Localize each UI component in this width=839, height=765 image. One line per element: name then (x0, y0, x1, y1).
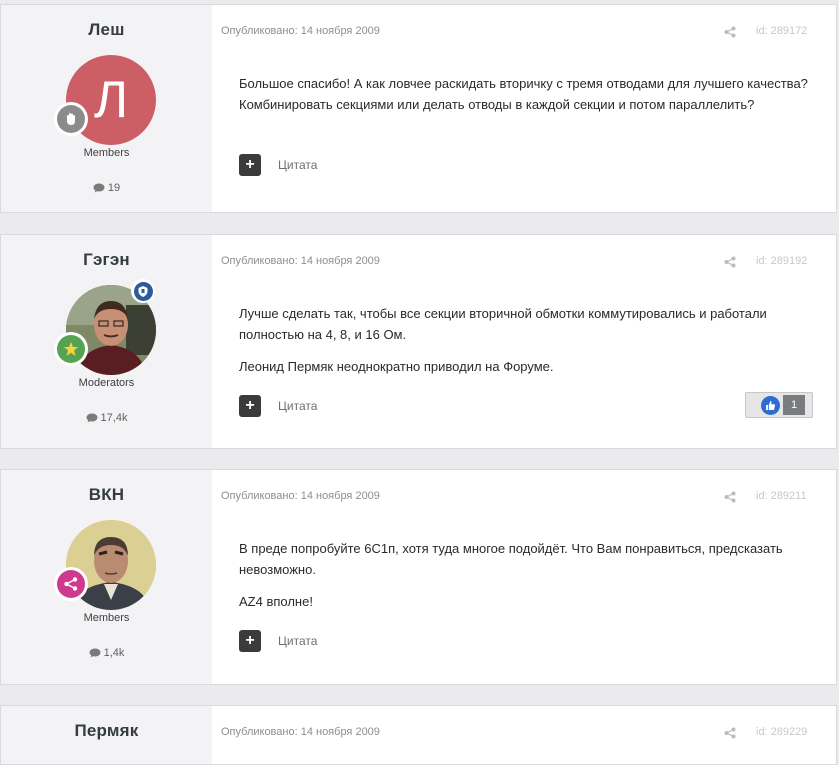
post-date[interactable]: Опубликовано: 14 ноября 2009 (221, 490, 380, 502)
post-count-value: 1,4k (103, 647, 125, 659)
quote-button[interactable]: Цитата (278, 399, 317, 413)
post-id[interactable]: id: 289172 (756, 25, 807, 37)
post-content: Опубликовано: 14 ноября 2009 id: 289211 … (212, 470, 836, 684)
author-name[interactable]: ВКН (1, 485, 212, 505)
post-author-panel: Пермяк (1, 706, 212, 764)
post-paragraph: Лучше сделать так, чтобы все секции втор… (239, 306, 767, 342)
post-count: 17,4k (1, 412, 212, 424)
multiquote-add-button[interactable]: + (239, 630, 261, 652)
share-icon[interactable] (724, 727, 736, 739)
user-group: Members (83, 147, 130, 159)
forum-post: Пермяк Опубликовано: 14 ноября 2009 id: … (0, 705, 837, 765)
comment-icon (93, 183, 105, 193)
post-author-panel: ВКН Members 1,4k (1, 470, 212, 684)
forum-post: ВКН Members 1,4k Опубликовано: 14 ноября… (0, 469, 837, 685)
post-count-value: 19 (107, 182, 121, 194)
comment-icon (86, 413, 98, 423)
multiquote-add-button[interactable]: + (239, 395, 261, 417)
user-group: Members (83, 612, 130, 624)
multiquote-add-button[interactable]: + (239, 154, 261, 176)
thumbs-up-icon (761, 395, 780, 415)
post-date[interactable]: Опубликовано: 14 ноября 2009 (221, 255, 380, 267)
post-date[interactable]: Опубликовано: 14 ноября 2009 (221, 726, 380, 738)
post-body: В преде попробуйте 6С1п, хотя туда много… (239, 538, 809, 623)
post-author-panel: Гэгэн Moderators 17,4k (1, 235, 212, 448)
post-paragraph: Леонид Пермяк неоднократно приводил на Ф… (239, 359, 554, 374)
post-body: Лучше сделать так, чтобы все секции втор… (239, 303, 809, 388)
rank-badge-icon (54, 332, 88, 366)
post-paragraph: AZ4 вполне! (239, 594, 313, 609)
moderator-shield-icon (131, 279, 155, 303)
user-group: Moderators (78, 377, 135, 389)
author-name[interactable]: Пермяк (1, 721, 212, 741)
quote-button[interactable]: Цитата (278, 634, 317, 648)
forum-post: Леш Л Members 19 Опубликовано: 14 ноября… (0, 4, 837, 213)
post-id[interactable]: id: 289192 (756, 255, 807, 267)
quote-button[interactable]: Цитата (278, 158, 317, 172)
author-name[interactable]: Леш (1, 20, 212, 40)
share-icon[interactable] (724, 256, 736, 268)
rank-badge-icon (54, 567, 88, 601)
post-content: Опубликовано: 14 ноября 2009 id: 289192 … (212, 235, 836, 448)
forum-post: Гэгэн Moderators 17,4k Опубликовано: 14 … (0, 234, 837, 449)
share-icon[interactable] (724, 491, 736, 503)
rank-badge-icon (54, 102, 88, 136)
post-paragraph: Большое спасибо! А как ловчее раскидать … (239, 76, 808, 112)
reaction-like[interactable]: 1 (745, 392, 813, 418)
post-author-panel: Леш Л Members 19 (1, 5, 212, 212)
share-icon[interactable] (724, 26, 736, 38)
post-id[interactable]: id: 289229 (756, 726, 807, 738)
post-count: 19 (1, 182, 212, 194)
post-paragraph: В преде попробуйте 6С1п, хотя туда много… (239, 541, 783, 577)
reaction-count: 1 (783, 395, 805, 415)
post-date[interactable]: Опубликовано: 14 ноября 2009 (221, 25, 380, 37)
comment-icon (89, 648, 101, 658)
post-content: Опубликовано: 14 ноября 2009 id: 289229 (212, 706, 836, 764)
post-id[interactable]: id: 289211 (756, 490, 807, 502)
author-name[interactable]: Гэгэн (1, 250, 212, 270)
post-count-value: 17,4k (100, 412, 128, 424)
post-content: Опубликовано: 14 ноября 2009 id: 289172 … (212, 5, 836, 212)
post-body: Большое спасибо! А как ловчее раскидать … (239, 73, 809, 126)
post-count: 1,4k (1, 647, 212, 659)
